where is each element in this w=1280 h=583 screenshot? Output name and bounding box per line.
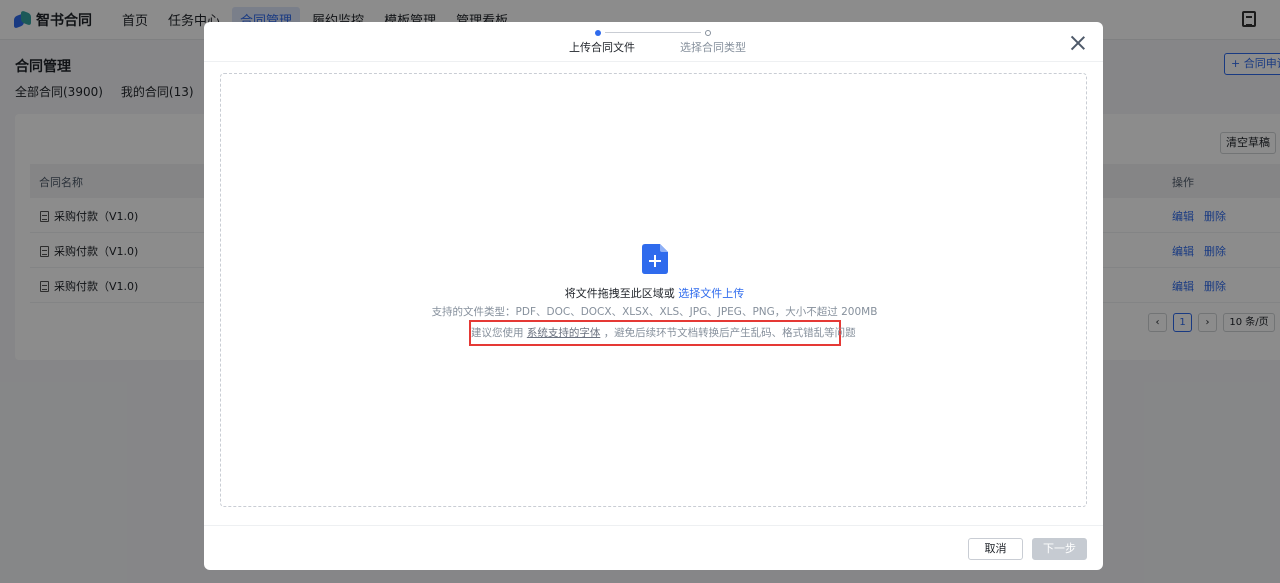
step-1-label: 上传合同文件 [569, 41, 635, 54]
close-icon[interactable] [1070, 35, 1086, 51]
step-2-dot [705, 30, 711, 36]
step-1-dot [595, 30, 601, 36]
next-step-button[interactable]: 下一步 [1032, 538, 1087, 560]
step-connector [605, 32, 701, 33]
tip-suffix: ，避免后续环节文档转换后产生乱码、格式错乱等问题 [603, 327, 856, 339]
font-advice-highlight: 建议您使用 系统支持的字体 ，避免后续环节文档转换后产生乱码、格式错乱等问题 [469, 320, 856, 346]
modal-footer: 取消 下一步 [204, 525, 1103, 570]
select-file-link[interactable]: 选择文件上传 [678, 287, 744, 300]
supported-types-text: 支持的文件类型：PDF、DOC、DOCX、XLSX、XLS、JPG、JPEG、P… [431, 306, 878, 318]
stepper: 上传合同文件 选择合同类型 [204, 22, 1103, 62]
dropzone-instruction: 将文件拖拽至此区域或 选择文件上传 [221, 285, 1088, 301]
upload-contract-modal: 上传合同文件 选择合同类型 将文件拖拽至此区域或 选择文件上传 支持的文件类型：… [204, 22, 1103, 570]
drop-main-text: 将文件拖拽至此区域或 [564, 287, 675, 300]
cancel-button[interactable]: 取消 [968, 538, 1023, 560]
supported-fonts-link[interactable]: 系统支持的字体 [527, 327, 601, 339]
file-dropzone[interactable]: 将文件拖拽至此区域或 选择文件上传 支持的文件类型：PDF、DOC、DOCX、X… [220, 73, 1087, 507]
file-plus-icon [642, 244, 668, 274]
tip-prefix: 建议您使用 [471, 327, 524, 339]
step-2-label: 选择合同类型 [680, 41, 746, 54]
